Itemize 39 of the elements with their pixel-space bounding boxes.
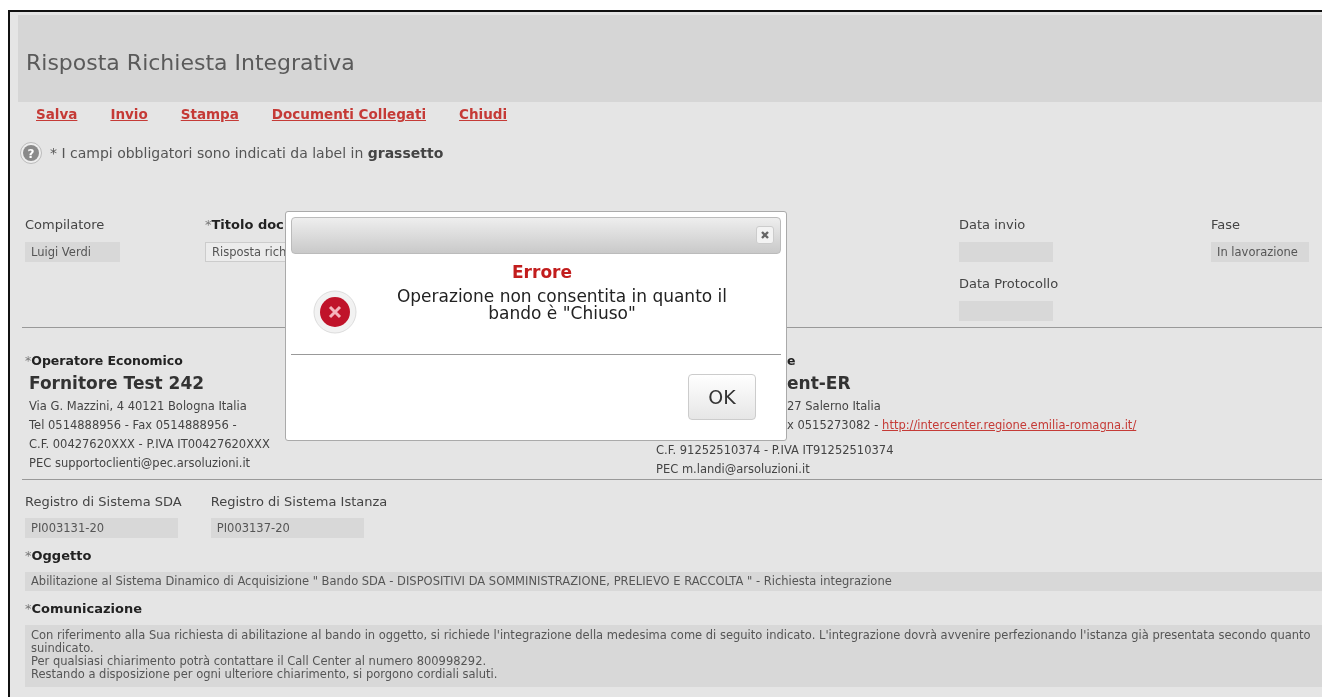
party-detail: C.F. 91252510374 - P.IVA IT91252510374 [655,442,895,459]
field-value[interactable]: PI003137-20 [210,518,364,538]
party-detail: C.F. 00427620XXX - P.IVA IT00427620XXX [28,436,271,453]
subject-field[interactable]: Abilitazione al Sistema Dinamico di Acquisizione " Bando SDA - DISPOSITIVI DA SOMMINISTRAZIONE, PRELIEVO E RACCOLTA " - Richiesta integrazione [25,572,1322,591]
field-value[interactable]: PI003131-20 [25,518,178,538]
field-label: Data Protocollo [959,276,1060,293]
error-icon [313,290,357,334]
party-detail: PEC supportoclienti@pec.arsoluzioni.it [28,455,252,472]
website-link[interactable]: http://intercenter.regione.emilia-romagna.it/ [882,418,1137,432]
field-label: Data invio [959,217,1027,234]
field-label: *Oggetto [25,548,93,565]
field-label: Compilatore [25,217,106,234]
toolbar-link[interactable]: Salva [36,106,78,126]
field-label: *Comunicazione [25,601,143,618]
party-name: Fornitore Test 242 [28,373,206,395]
error-message: Operazione non consentita in quanto il bando è "Chiuso" [395,288,729,322]
close-button[interactable] [756,226,774,244]
message-field[interactable]: Con riferimento alla Sua richiesta di abilitazione al bando in oggetto, si richiede l'integrazione della medesima come di seguito indicato. L'integrazione dovrà avvenire perfezionando l'istanza già presentata secondo quanto suindicato. Per qualsiasi chiarimento potrà contattare il Call Center al numero 800998292. Restando a disposizione per ogni ulteriore chiarimento, si porgono cordiali saluti. [25,625,1322,687]
party-label: e [786,353,797,370]
page-title: Risposta Richiesta Integrativa [26,50,355,75]
close-icon [760,230,770,240]
ok-button[interactable]: OK [688,374,756,420]
field-label: Fase [1211,217,1242,234]
party-detail: PEC m.landi@arsoluzioni.it [655,461,811,478]
field-label: Registro di Sistema Istanza [210,494,388,511]
help-icon[interactable]: ? [20,142,42,164]
toolbar-link[interactable]: Invio [110,106,148,126]
field-value[interactable]: In lavorazione [1211,242,1309,262]
party-label: *Operatore Economico [25,353,184,370]
toolbar-link[interactable]: Chiudi [459,106,508,126]
party-detail: Via G. Mazzini, 4 40121 Bologna Italia [28,398,248,415]
dialog-heading: Errore [511,262,573,282]
party-detail: Tel 0514888956 - Fax 0514888956 - [28,417,238,434]
toolbar-link[interactable]: Stampa [180,106,239,126]
field-label: Registro di Sistema SDA [25,494,182,511]
field-value[interactable]: Luigi Verdi [25,242,120,262]
required-fields-note: * I campi obbligatori sono indicati da label in grassetto [50,145,444,161]
field-label: *Titolo doc [205,217,285,234]
toolbar-link[interactable]: Documenti Collegati [271,106,426,126]
